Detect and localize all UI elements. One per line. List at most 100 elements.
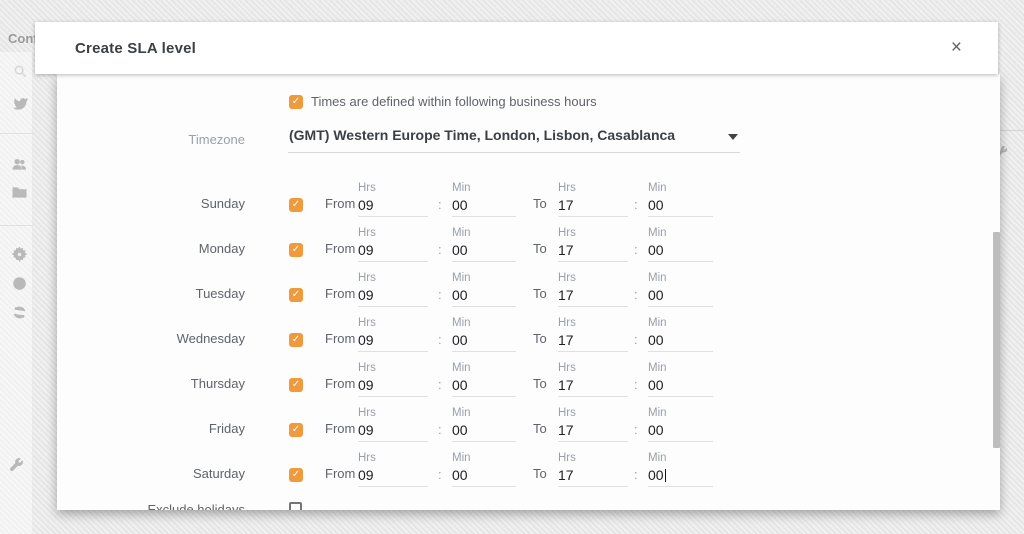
day-checkbox[interactable] xyxy=(289,333,303,347)
hrs-label: Hrs xyxy=(358,226,428,240)
from-label: From xyxy=(325,285,358,303)
day-checkbox[interactable] xyxy=(289,243,303,257)
from-minutes-input[interactable]: 00 xyxy=(452,331,516,352)
from-hours-input[interactable]: 09 xyxy=(358,376,428,397)
from-hours-field: Hrs 09 xyxy=(358,271,428,307)
background-divider-right xyxy=(1000,130,1024,131)
to-hours-input[interactable]: 17 xyxy=(558,241,628,262)
from-minutes-field: Min 00 xyxy=(452,181,516,217)
hrs-label: Hrs xyxy=(558,361,628,375)
from-label: From xyxy=(325,375,358,393)
to-hours-input[interactable]: 17 xyxy=(558,286,628,307)
from-hours-input[interactable]: 09 xyxy=(358,196,428,217)
to-hours-input[interactable]: 17 xyxy=(558,421,628,442)
from-minutes-input[interactable]: 00 xyxy=(452,421,516,442)
day-checkbox[interactable] xyxy=(289,423,303,437)
exclude-holidays-row-clipped: Exclude holidays xyxy=(57,502,1000,510)
day-row: Monday From Hrs 09 : Min 00 To Hrs 17 : … xyxy=(57,223,1000,268)
to-minutes-input[interactable]: 00 xyxy=(648,376,713,397)
hrs-label: Hrs xyxy=(558,316,628,330)
from-label: From xyxy=(325,195,358,213)
from-minutes-field: Min 00 xyxy=(452,406,516,442)
to-hours-field: Hrs 17 xyxy=(558,181,628,217)
min-label: Min xyxy=(452,406,516,420)
from-minutes-field: Min 00 xyxy=(452,316,516,352)
min-label: Min xyxy=(648,226,713,240)
to-hours-input[interactable]: 17 xyxy=(558,331,628,352)
day-row: Sunday From Hrs 09 : Min 00 To Hrs 17 : … xyxy=(57,178,1000,223)
to-minutes-input[interactable]: 00 xyxy=(648,286,713,307)
day-row: Friday From Hrs 09 : Min 00 To Hrs 17 : … xyxy=(57,403,1000,448)
from-hours-input[interactable]: 09 xyxy=(358,286,428,307)
to-hours-input[interactable]: 17 xyxy=(558,196,628,217)
close-icon[interactable]: × xyxy=(947,22,966,74)
to-hours-input[interactable]: 17 xyxy=(558,466,628,487)
min-label: Min xyxy=(452,181,516,195)
from-hours-input[interactable]: 09 xyxy=(358,241,428,262)
colon-separator: : xyxy=(634,287,640,302)
min-label: Min xyxy=(648,451,713,465)
from-hours-field: Hrs 09 xyxy=(358,451,428,487)
refresh-icon xyxy=(12,305,27,320)
hrs-label: Hrs xyxy=(558,181,628,195)
colon-separator: : xyxy=(438,242,444,257)
to-hours-field: Hrs 17 xyxy=(558,451,628,487)
min-label: Min xyxy=(452,361,516,375)
twitter-bird-icon xyxy=(13,97,28,112)
from-minutes-field: Min 00 xyxy=(452,271,516,307)
day-label: Wednesday xyxy=(57,330,245,348)
sidebar-divider xyxy=(0,225,33,226)
from-minutes-input[interactable]: 00 xyxy=(452,241,516,262)
day-rows: Sunday From Hrs 09 : Min 00 To Hrs 17 : … xyxy=(57,178,1000,493)
from-minutes-input[interactable]: 00 xyxy=(452,466,516,487)
to-minutes-field: Min 00 xyxy=(648,406,713,442)
to-minutes-input[interactable]: 00 xyxy=(648,466,713,487)
to-minutes-input[interactable]: 00 xyxy=(648,421,713,442)
to-minutes-input[interactable]: 00 xyxy=(648,331,713,352)
from-hours-input[interactable]: 09 xyxy=(358,421,428,442)
min-label: Min xyxy=(648,271,713,285)
colon-separator: : xyxy=(438,422,444,437)
timezone-select[interactable]: (GMT) Western Europe Time, London, Lisbo… xyxy=(288,120,740,153)
exclude-holidays-checkbox[interactable] xyxy=(289,502,302,510)
exclude-holidays-label: Exclude holidays xyxy=(57,502,245,510)
hrs-label: Hrs xyxy=(358,271,428,285)
hrs-label: Hrs xyxy=(558,451,628,465)
from-minutes-input[interactable]: 00 xyxy=(452,286,516,307)
from-minutes-field: Min 00 xyxy=(452,226,516,262)
min-label: Min xyxy=(452,271,516,285)
from-minutes-input[interactable]: 00 xyxy=(452,196,516,217)
from-hours-input[interactable]: 09 xyxy=(358,331,428,352)
from-minutes-input[interactable]: 00 xyxy=(452,376,516,397)
colon-separator: : xyxy=(438,332,444,347)
to-label: To xyxy=(533,375,551,393)
day-checkbox[interactable] xyxy=(289,378,303,392)
min-label: Min xyxy=(452,451,516,465)
timezone-label: Timezone xyxy=(57,132,245,147)
from-hours-field: Hrs 09 xyxy=(358,361,428,397)
to-minutes-input[interactable]: 00 xyxy=(648,196,713,217)
min-label: Min xyxy=(648,361,713,375)
wrench-icon xyxy=(9,458,24,473)
dialog-header: Create SLA level × xyxy=(35,22,998,74)
day-checkbox[interactable] xyxy=(289,468,303,482)
hrs-label: Hrs xyxy=(358,451,428,465)
to-minutes-input[interactable]: 00 xyxy=(648,241,713,262)
business-hours-label: Times are defined within following busin… xyxy=(311,94,597,109)
colon-separator: : xyxy=(634,242,640,257)
from-hours-field: Hrs 09 xyxy=(358,181,428,217)
from-label: From xyxy=(325,330,358,348)
to-minutes-field: Min 00 xyxy=(648,226,713,262)
from-label: From xyxy=(325,240,358,258)
day-checkbox[interactable] xyxy=(289,198,303,212)
colon-separator: : xyxy=(438,467,444,482)
business-hours-checkbox[interactable] xyxy=(289,95,303,109)
scrollbar-thumb[interactable] xyxy=(993,232,1000,448)
day-checkbox[interactable] xyxy=(289,288,303,302)
to-hours-field: Hrs 17 xyxy=(558,226,628,262)
to-hours-input[interactable]: 17 xyxy=(558,376,628,397)
to-hours-field: Hrs 17 xyxy=(558,361,628,397)
from-hours-input[interactable]: 09 xyxy=(358,466,428,487)
business-hours-row: Times are defined within following busin… xyxy=(289,94,597,109)
day-row: Tuesday From Hrs 09 : Min 00 To Hrs 17 :… xyxy=(57,268,1000,313)
